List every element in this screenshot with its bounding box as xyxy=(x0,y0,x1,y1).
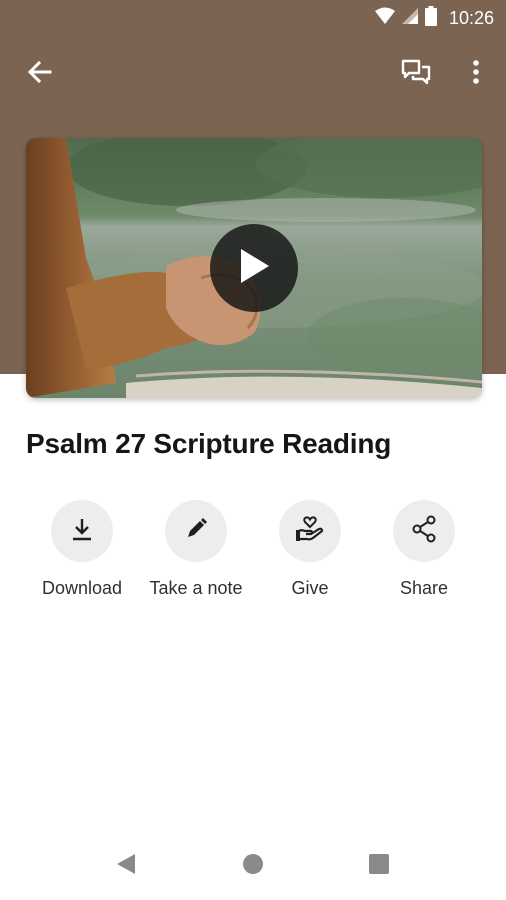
more-options-button[interactable] xyxy=(456,54,496,94)
recents-square-icon xyxy=(368,853,390,880)
download-icon xyxy=(69,516,95,547)
play-button[interactable] xyxy=(210,224,298,312)
status-icons: 10:26 xyxy=(374,5,494,31)
nav-recents-button[interactable] xyxy=(359,850,399,882)
arrow-left-icon xyxy=(27,59,53,90)
status-bar: 10:26 xyxy=(0,0,506,36)
play-icon xyxy=(237,247,271,290)
pencil-icon xyxy=(183,516,209,547)
discussion-button[interactable] xyxy=(394,54,438,94)
chat-bubbles-icon xyxy=(401,58,431,91)
give-button[interactable] xyxy=(279,500,341,562)
status-time: 10:26 xyxy=(448,7,494,28)
share-action[interactable]: Share xyxy=(367,500,481,599)
system-nav-bar xyxy=(0,838,506,894)
heart-hand-icon xyxy=(295,515,325,548)
give-action[interactable]: Give xyxy=(253,500,367,599)
signal-icon xyxy=(401,7,419,30)
back-triangle-icon xyxy=(115,852,137,881)
download-button[interactable] xyxy=(51,500,113,562)
take-note-action[interactable]: Take a note xyxy=(139,500,253,599)
nav-home-button[interactable] xyxy=(233,850,273,882)
download-action[interactable]: Download xyxy=(25,500,139,599)
app-bar xyxy=(0,48,506,100)
back-button[interactable] xyxy=(18,54,62,94)
take-note-button[interactable] xyxy=(165,500,227,562)
wifi-icon xyxy=(374,7,395,30)
home-circle-icon xyxy=(242,853,264,880)
take-note-label: Take a note xyxy=(149,578,243,598)
video-player[interactable] xyxy=(26,138,482,398)
share-label: Share xyxy=(399,578,449,598)
battery-icon xyxy=(424,5,437,31)
share-button[interactable] xyxy=(393,500,455,562)
download-label: Download xyxy=(41,578,123,598)
page-title: Psalm 27 Scripture Reading xyxy=(26,428,392,459)
share-icon xyxy=(411,515,437,548)
give-label: Give xyxy=(291,578,329,598)
action-row: Download Take a note Give Share xyxy=(25,500,481,610)
more-vertical-icon xyxy=(472,59,480,90)
nav-back-button[interactable] xyxy=(106,850,146,882)
